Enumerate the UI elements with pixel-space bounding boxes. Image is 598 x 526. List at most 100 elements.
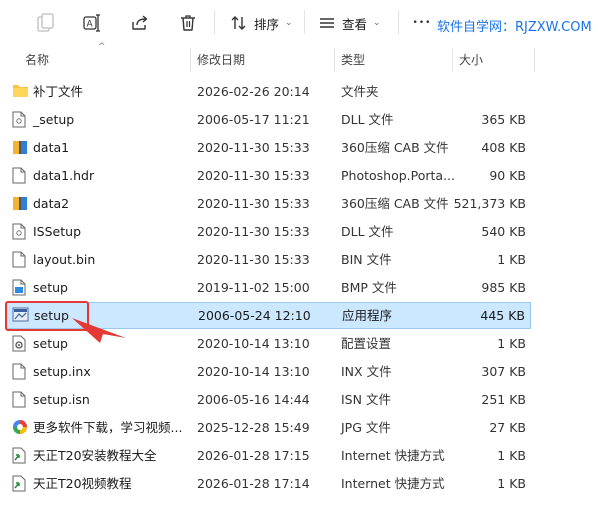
column-header-type[interactable]: 类型	[334, 46, 452, 74]
file-date: 2020-10-14 13:10	[197, 364, 310, 379]
file-type: 文件夹	[341, 84, 379, 99]
file-type: DLL 文件	[341, 224, 394, 239]
view-button[interactable]: 查看 ⌄	[318, 8, 386, 38]
file-date: 2026-02-26 20:14	[197, 84, 310, 99]
file-date: 2020-11-30 15:33	[197, 196, 310, 211]
file-size: 27 KB	[489, 420, 526, 435]
blank-file-icon	[12, 363, 28, 380]
file-date: 2026-01-28 17:14	[197, 476, 310, 491]
share-button[interactable]	[128, 8, 152, 38]
column-divider[interactable]	[534, 48, 535, 72]
file-row[interactable]: _setup 2006-05-17 11:21 DLL 文件 365 KB	[6, 106, 531, 133]
file-row[interactable]: setup 2020-10-14 13:10 配置设置 1 KB	[6, 330, 531, 357]
file-size: 90 KB	[489, 168, 526, 183]
file-size: 985 KB	[481, 280, 526, 295]
file-type: 配置设置	[341, 336, 392, 351]
file-row[interactable]: data1 2020-11-30 15:33 360压缩 CAB 文件 408 …	[6, 134, 531, 161]
file-date: 2020-11-30 15:33	[197, 224, 310, 239]
file-name: data1.hdr	[33, 168, 95, 183]
copy-button[interactable]	[34, 8, 58, 38]
file-name: data1	[33, 140, 70, 155]
file-type: DLL 文件	[341, 112, 394, 127]
file-row[interactable]: setup 2019-11-02 15:00 BMP 文件 985 KB	[6, 274, 531, 301]
column-header-name[interactable]: 名称	[18, 46, 190, 74]
file-name: ISSetup	[33, 224, 82, 239]
toolbar-divider	[304, 10, 305, 34]
file-type: BMP 文件	[341, 280, 397, 295]
delete-button[interactable]	[176, 8, 200, 38]
file-type: BIN 文件	[341, 252, 392, 267]
file-name: 补丁文件	[33, 84, 84, 99]
sort-icon	[231, 16, 246, 30]
file-size: 521,373 KB	[453, 196, 526, 211]
file-row[interactable]: setup.isn 2006-05-16 14:44 ISN 文件 251 KB	[6, 386, 531, 413]
watermark-brand-text: 软件自学网：RJZXW.COM	[437, 20, 592, 35]
share-icon	[132, 15, 148, 30]
internet-shortcut-icon	[12, 475, 28, 492]
bmp-image-icon	[12, 279, 28, 296]
command-bar: A 排序 ⌄ 查看 ⌄ ••• 软件自学网：RJZXW.COM	[0, 0, 598, 44]
trash-icon	[181, 15, 195, 31]
file-date: 2026-01-28 17:15	[197, 448, 310, 463]
file-type: 360压缩 CAB 文件	[341, 140, 449, 155]
view-label: 查看	[342, 16, 368, 32]
column-header-date[interactable]: 修改日期	[190, 46, 334, 74]
blank-file-icon	[12, 251, 28, 268]
toolbar-divider	[214, 10, 215, 34]
folder-icon	[12, 83, 28, 100]
file-name: setup	[33, 336, 68, 351]
file-name: 天正T20安装教程大全	[33, 448, 157, 463]
file-size: 251 KB	[481, 392, 526, 407]
file-row[interactable]: 更多软件下载，学习视频... 2025-12-28 15:49 JPG 文件 2…	[6, 414, 531, 441]
file-date: 2020-11-30 15:33	[197, 140, 310, 155]
sort-button[interactable]: 排序 ⌄	[230, 8, 296, 38]
file-row[interactable]: data2 2020-11-30 15:33 360压缩 CAB 文件 521,…	[6, 190, 531, 217]
file-size: 445 KB	[480, 308, 525, 323]
rename-button[interactable]: A	[80, 8, 104, 38]
chevron-down-icon: ⌄	[373, 18, 381, 28]
more-options-button[interactable]: •••	[410, 8, 434, 38]
svg-text:A: A	[87, 20, 94, 30]
file-row[interactable]: data1.hdr 2020-11-30 15:33 Photoshop.Por…	[6, 162, 531, 189]
file-row[interactable]: ISSetup 2020-11-30 15:33 DLL 文件 540 KB	[6, 218, 531, 245]
file-row[interactable]: 补丁文件 2026-02-26 20:14 文件夹	[6, 78, 531, 105]
file-size: 1 KB	[497, 476, 526, 491]
file-name: setup.inx	[33, 364, 91, 379]
file-type: Photoshop.Porta...	[341, 168, 456, 183]
file-type: 360压缩 CAB 文件	[341, 196, 449, 211]
file-name: layout.bin	[33, 252, 96, 267]
file-size: 408 KB	[481, 140, 526, 155]
file-name: setup.isn	[33, 392, 90, 407]
view-list-icon	[320, 18, 334, 28]
file-date: 2025-12-28 15:49	[197, 420, 310, 435]
config-settings-icon	[12, 335, 28, 352]
file-row[interactable]: 天正T20视频教程 2026-01-28 17:14 Internet 快捷方式…	[6, 470, 531, 497]
copy-icon	[37, 13, 54, 32]
cab-archive-icon	[12, 195, 28, 212]
file-type: 应用程序	[342, 308, 393, 323]
cab-archive-icon	[12, 139, 28, 156]
file-row[interactable]: layout.bin 2020-11-30 15:33 BIN 文件 1 KB	[6, 246, 531, 273]
file-size: 1 KB	[497, 336, 526, 351]
dll-file-icon	[12, 111, 28, 128]
annotation-highlight-box	[5, 301, 89, 331]
file-date: 2006-05-24 12:10	[198, 308, 311, 323]
file-date: 2020-11-30 15:33	[197, 252, 310, 267]
file-row[interactable]: 天正T20安装教程大全 2026-01-28 17:15 Internet 快捷…	[6, 442, 531, 469]
chevron-down-icon: ⌄	[285, 18, 293, 28]
file-name: data2	[33, 196, 70, 211]
jpg-image-icon	[12, 419, 28, 436]
file-name: _setup	[33, 112, 75, 127]
file-date: 2006-05-16 14:44	[197, 392, 310, 407]
dll-file-icon	[12, 223, 28, 240]
column-header-size[interactable]: 大小	[452, 46, 532, 74]
file-date: 2019-11-02 15:00	[197, 280, 310, 295]
blank-file-icon	[12, 391, 28, 408]
file-row[interactable]: setup.inx 2020-10-14 13:10 INX 文件 307 KB	[6, 358, 531, 385]
file-date: 2020-10-14 13:10	[197, 336, 310, 351]
file-name: 天正T20视频教程	[33, 476, 132, 491]
file-type: Internet 快捷方式	[341, 448, 445, 463]
file-name: setup	[33, 280, 68, 295]
internet-shortcut-icon	[12, 447, 28, 464]
sort-label: 排序	[254, 16, 280, 32]
